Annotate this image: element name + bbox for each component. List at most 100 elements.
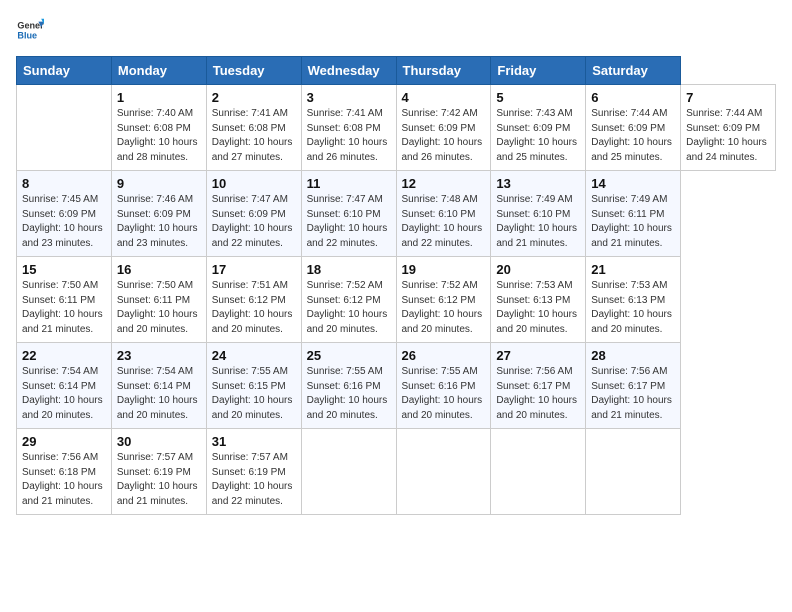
day-info-31: Sunrise: 7:57 AM Sunset: 6:19 PM Dayligh… [212, 451, 296, 509]
day-number-28: 28 [591, 348, 675, 363]
day-info-21: Sunrise: 7:53 AM Sunset: 6:13 PM Dayligh… [591, 279, 675, 337]
empty-cell [586, 429, 681, 515]
week-row-2: 8 Sunrise: 7:45 AM Sunset: 6:09 PM Daylig… [17, 171, 776, 257]
day-info-5: Sunrise: 7:43 AM Sunset: 6:09 PM Dayligh… [496, 107, 580, 165]
day-info-17: Sunrise: 7:51 AM Sunset: 6:12 PM Dayligh… [212, 279, 296, 337]
day-info-28: Sunrise: 7:56 AM Sunset: 6:17 PM Dayligh… [591, 365, 675, 423]
header-thursday: Thursday [396, 57, 491, 85]
week-row-4: 22 Sunrise: 7:54 AM Sunset: 6:14 PM Dayli… [17, 343, 776, 429]
day-info-15: Sunrise: 7:50 AM Sunset: 6:11 PM Dayligh… [22, 279, 106, 337]
week-row-5: 29Sunrise: 7:56 AM Sunset: 6:18 PM Dayli… [17, 429, 776, 515]
header-monday: Monday [111, 57, 206, 85]
day-info-22: Sunrise: 7:54 AM Sunset: 6:14 PM Dayligh… [22, 365, 106, 423]
day-cell-30: 30 Sunrise: 7:57 AM Sunset: 6:19 PM Dayli… [111, 429, 206, 515]
empty-cell [301, 429, 396, 515]
day-number-20: 20 [496, 262, 580, 277]
day-info-16: Sunrise: 7:50 AM Sunset: 6:11 PM Dayligh… [117, 279, 201, 337]
day-info-26: Sunrise: 7:55 AM Sunset: 6:16 PM Dayligh… [402, 365, 486, 423]
day-number-11: 11 [307, 176, 391, 191]
header-wednesday: Wednesday [301, 57, 396, 85]
day-number-7: 7 [686, 90, 770, 105]
day-info-13: Sunrise: 7:49 AM Sunset: 6:10 PM Dayligh… [496, 193, 580, 251]
day-cell-26: 26Sunrise: 7:55 AM Sunset: 6:16 PM Dayli… [396, 343, 491, 429]
day-number-21: 21 [591, 262, 675, 277]
week-row-3: 15 Sunrise: 7:50 AM Sunset: 6:11 PM Dayli… [17, 257, 776, 343]
day-cell-25: 25 Sunrise: 7:55 AM Sunset: 6:16 PM Dayli… [301, 343, 396, 429]
day-info-6: Sunrise: 7:44 AM Sunset: 6:09 PM Dayligh… [591, 107, 675, 165]
day-number-1: 1 [117, 90, 201, 105]
day-number-22: 22 [22, 348, 106, 363]
day-info-12: Sunrise: 7:48 AM Sunset: 6:10 PM Dayligh… [402, 193, 486, 251]
day-number-25: 25 [307, 348, 391, 363]
week-row-1: 1 Sunrise: 7:40 AM Sunset: 6:08 PM Daylig… [17, 85, 776, 171]
day-cell-22: 22 Sunrise: 7:54 AM Sunset: 6:14 PM Dayli… [17, 343, 112, 429]
day-info-2: Sunrise: 7:41 AM Sunset: 6:08 PM Dayligh… [212, 107, 296, 165]
day-cell-17: 17 Sunrise: 7:51 AM Sunset: 6:12 PM Dayli… [206, 257, 301, 343]
day-number-24: 24 [212, 348, 296, 363]
day-cell-10: 10 Sunrise: 7:47 AM Sunset: 6:09 PM Dayli… [206, 171, 301, 257]
header-sunday: Sunday [17, 57, 112, 85]
day-cell-11: 11Sunrise: 7:47 AM Sunset: 6:10 PM Dayli… [301, 171, 396, 257]
logo: General Blue [16, 16, 44, 44]
empty-cell [17, 85, 112, 171]
day-cell-9: 9 Sunrise: 7:46 AM Sunset: 6:09 PM Daylig… [111, 171, 206, 257]
day-number-8: 8 [22, 176, 106, 191]
day-cell-27: 27Sunrise: 7:56 AM Sunset: 6:17 PM Dayli… [491, 343, 586, 429]
day-cell-3: 3 Sunrise: 7:41 AM Sunset: 6:08 PM Daylig… [301, 85, 396, 171]
day-number-2: 2 [212, 90, 296, 105]
day-cell-16: 16 Sunrise: 7:50 AM Sunset: 6:11 PM Dayli… [111, 257, 206, 343]
day-number-19: 19 [402, 262, 486, 277]
calendar-table: SundayMondayTuesdayWednesdayThursdayFrid… [16, 56, 776, 515]
day-number-15: 15 [22, 262, 106, 277]
logo-icon: General Blue [16, 16, 44, 44]
day-info-30: Sunrise: 7:57 AM Sunset: 6:19 PM Dayligh… [117, 451, 201, 509]
day-info-25: Sunrise: 7:55 AM Sunset: 6:16 PM Dayligh… [307, 365, 391, 423]
header-tuesday: Tuesday [206, 57, 301, 85]
day-number-13: 13 [496, 176, 580, 191]
day-info-4: Sunrise: 7:42 AM Sunset: 6:09 PM Dayligh… [402, 107, 486, 165]
day-number-18: 18 [307, 262, 391, 277]
day-cell-12: 12Sunrise: 7:48 AM Sunset: 6:10 PM Dayli… [396, 171, 491, 257]
empty-cell [491, 429, 586, 515]
day-cell-6: 6 Sunrise: 7:44 AM Sunset: 6:09 PM Daylig… [586, 85, 681, 171]
day-number-27: 27 [496, 348, 580, 363]
day-number-10: 10 [212, 176, 296, 191]
day-cell-1: 1 Sunrise: 7:40 AM Sunset: 6:08 PM Daylig… [111, 85, 206, 171]
day-info-19: Sunrise: 7:52 AM Sunset: 6:12 PM Dayligh… [402, 279, 486, 337]
day-info-8: Sunrise: 7:45 AM Sunset: 6:09 PM Dayligh… [22, 193, 106, 251]
page-header: General Blue [16, 16, 776, 44]
day-cell-28: 28 Sunrise: 7:56 AM Sunset: 6:17 PM Dayli… [586, 343, 681, 429]
empty-cell [396, 429, 491, 515]
day-info-1: Sunrise: 7:40 AM Sunset: 6:08 PM Dayligh… [117, 107, 201, 165]
day-cell-29: 29Sunrise: 7:56 AM Sunset: 6:18 PM Dayli… [17, 429, 112, 515]
day-number-16: 16 [117, 262, 201, 277]
day-cell-5: 5Sunrise: 7:43 AM Sunset: 6:09 PM Daylig… [491, 85, 586, 171]
day-cell-24: 24 Sunrise: 7:55 AM Sunset: 6:15 PM Dayli… [206, 343, 301, 429]
day-cell-4: 4Sunrise: 7:42 AM Sunset: 6:09 PM Daylig… [396, 85, 491, 171]
day-cell-21: 21 Sunrise: 7:53 AM Sunset: 6:13 PM Dayli… [586, 257, 681, 343]
day-cell-8: 8 Sunrise: 7:45 AM Sunset: 6:09 PM Daylig… [17, 171, 112, 257]
day-info-3: Sunrise: 7:41 AM Sunset: 6:08 PM Dayligh… [307, 107, 391, 165]
day-info-9: Sunrise: 7:46 AM Sunset: 6:09 PM Dayligh… [117, 193, 201, 251]
day-number-29: 29 [22, 434, 106, 449]
day-number-9: 9 [117, 176, 201, 191]
day-info-24: Sunrise: 7:55 AM Sunset: 6:15 PM Dayligh… [212, 365, 296, 423]
weekday-header-row: SundayMondayTuesdayWednesdayThursdayFrid… [17, 57, 776, 85]
day-number-31: 31 [212, 434, 296, 449]
day-number-6: 6 [591, 90, 675, 105]
day-info-18: Sunrise: 7:52 AM Sunset: 6:12 PM Dayligh… [307, 279, 391, 337]
day-number-17: 17 [212, 262, 296, 277]
day-cell-14: 14Sunrise: 7:49 AM Sunset: 6:11 PM Dayli… [586, 171, 681, 257]
day-cell-2: 2 Sunrise: 7:41 AM Sunset: 6:08 PM Daylig… [206, 85, 301, 171]
day-number-30: 30 [117, 434, 201, 449]
day-cell-20: 20 Sunrise: 7:53 AM Sunset: 6:13 PM Dayli… [491, 257, 586, 343]
day-info-14: Sunrise: 7:49 AM Sunset: 6:11 PM Dayligh… [591, 193, 675, 251]
day-number-3: 3 [307, 90, 391, 105]
day-cell-19: 19 Sunrise: 7:52 AM Sunset: 6:12 PM Dayli… [396, 257, 491, 343]
day-info-10: Sunrise: 7:47 AM Sunset: 6:09 PM Dayligh… [212, 193, 296, 251]
day-info-20: Sunrise: 7:53 AM Sunset: 6:13 PM Dayligh… [496, 279, 580, 337]
day-cell-23: 23Sunrise: 7:54 AM Sunset: 6:14 PM Dayli… [111, 343, 206, 429]
day-cell-31: 31 Sunrise: 7:57 AM Sunset: 6:19 PM Dayli… [206, 429, 301, 515]
day-number-23: 23 [117, 348, 201, 363]
day-info-7: Sunrise: 7:44 AM Sunset: 6:09 PM Dayligh… [686, 107, 770, 165]
